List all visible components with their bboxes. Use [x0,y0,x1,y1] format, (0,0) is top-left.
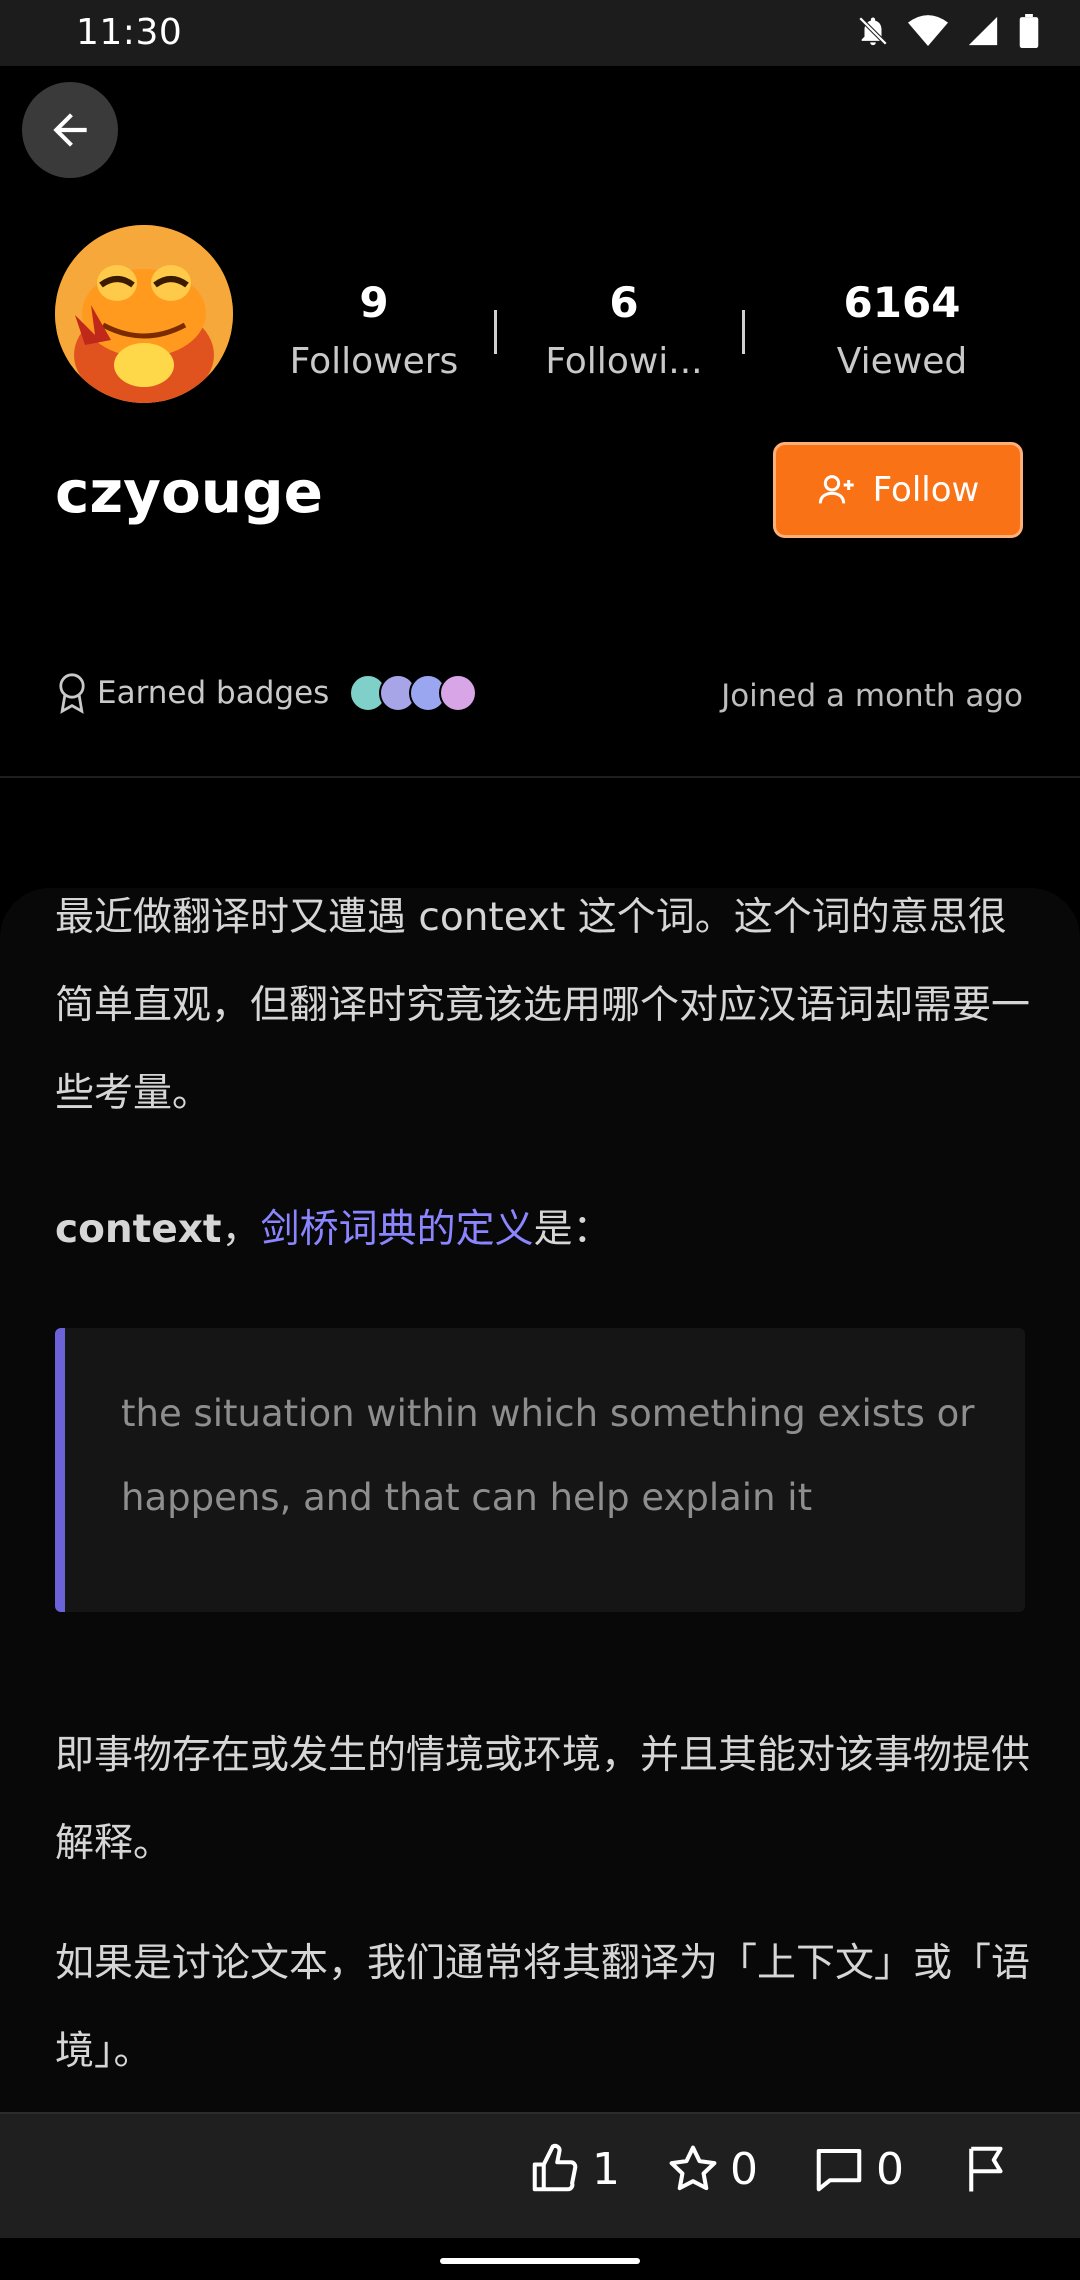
wifi-icon [908,15,948,46]
joined-date: Joined a month ago [721,678,1023,714]
like-count: 1 [592,2143,620,2195]
comment-count: 0 [876,2143,904,2195]
paragraph-3: 即事物存在或发生的情境或环境，并且其能对该事物提供解释。 [55,1733,1031,1866]
paragraph-2: context，剑桥词典的定义是： [55,1186,1035,1274]
followers-count: 9 [359,278,389,327]
paragraph-1: 最近做翻译时又遭遇 context 这个词。这个词的意思很简单直观，但翻译时究竟… [55,895,1031,1116]
thumbs-up-icon [532,2143,578,2192]
award-icon [59,673,85,714]
back-button[interactable] [22,82,118,178]
report-button[interactable] [960,2142,1014,2196]
cambridge-definition-link[interactable]: 剑桥词典的定义 [261,1207,534,1252]
viewed-count: 6164 [843,278,961,327]
following-count: 6 [609,278,639,327]
comment-button[interactable]: 0 [812,2142,904,2196]
stat-following[interactable]: 6 Followi... [524,278,724,382]
stat-followers[interactable]: 9 Followers [274,278,474,382]
flag-icon [969,2146,1003,2192]
badge-icon [439,674,478,712]
frog-avatar-image [55,225,233,403]
follow-button[interactable]: Follow [773,442,1023,538]
separator-text: ， [221,1207,261,1252]
article-content: 最近做翻译时又遭遇 context 这个词。这个词的意思很简单直观，但翻译时究竟… [0,888,1080,2112]
home-indicator[interactable] [440,2258,640,2264]
stat-viewed: 6164 Viewed [802,278,1002,382]
cellular-signal-icon [968,16,998,46]
avatar[interactable] [55,225,233,403]
paragraph-4: 如果是讨论文本，我们通常将其翻译为「上下文」或「语境」。 [55,1941,1031,2074]
arrow-left-icon [53,113,87,147]
notifications-off-icon [858,16,888,46]
blockquote-bar [55,1328,65,1612]
viewed-label: Viewed [836,341,968,382]
favorite-button[interactable]: 0 [666,2142,758,2196]
status-time: 11:30 [76,12,183,53]
comment-icon [816,2148,862,2192]
earned-badges-label: Earned badges [97,675,330,711]
user-plus-icon [818,475,854,504]
earned-badges[interactable]: Earned badges [55,672,478,714]
status-icons [856,14,1040,48]
stat-divider [742,310,745,354]
status-bar: 11:30 [0,0,1080,66]
paragraph-2-tail: 是： [533,1207,612,1252]
stat-divider [494,310,497,354]
following-label: Followi... [545,341,703,382]
blockquote-text: the situation within which something exi… [121,1392,975,1519]
username: czyouge [55,458,323,526]
term-context: context [55,1207,222,1252]
follow-label: Follow [872,470,980,510]
divider [0,776,1080,778]
action-bar: 1 0 0 [0,2112,1080,2238]
blockquote: the situation within which something exi… [55,1328,1025,1612]
followers-label: Followers [289,341,459,382]
star-icon [669,2145,717,2191]
battery-icon [1019,14,1039,48]
favorite-count: 0 [730,2143,758,2195]
badge-stack [349,674,478,712]
like-button[interactable]: 1 [528,2142,620,2196]
